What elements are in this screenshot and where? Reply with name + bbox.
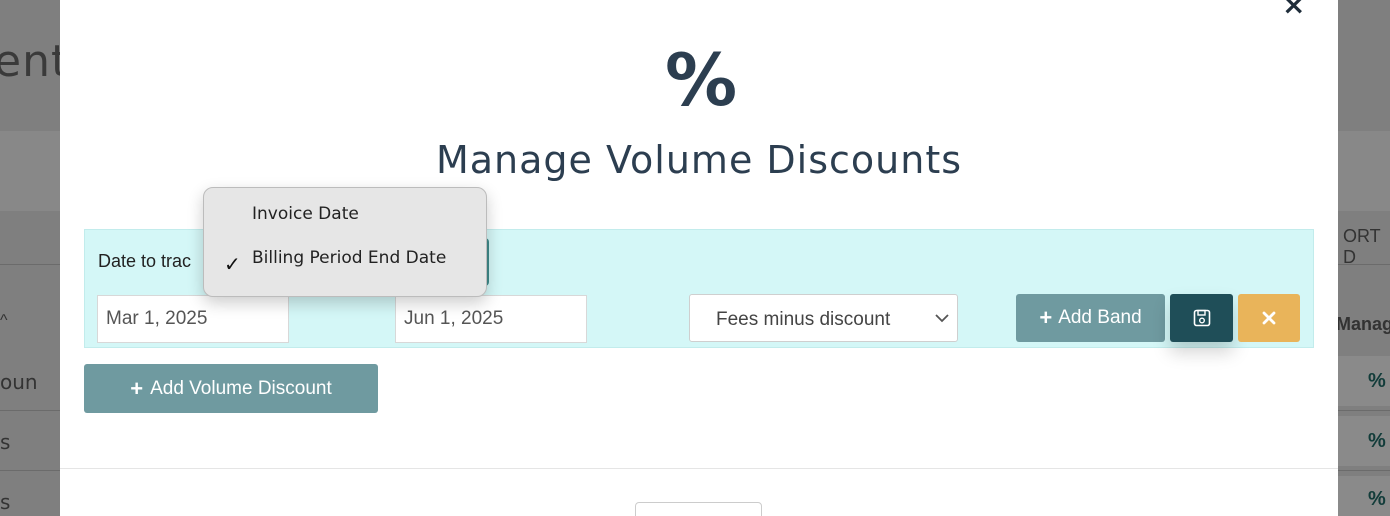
- calculation-select-value: Fees minus discount: [716, 309, 891, 330]
- footer-button[interactable]: [635, 502, 762, 516]
- background-column-header: ORT D: [1343, 226, 1381, 267]
- floppy-disk-icon: [1193, 309, 1210, 327]
- date-to-track-dropdown: Invoice Date ✓ Billing Period End Date: [203, 187, 487, 297]
- start-date-input[interactable]: [97, 295, 289, 343]
- background-page-title: ent: [0, 36, 70, 87]
- percent-icon: %: [665, 38, 738, 122]
- modal-title: Manage Volume Discounts: [435, 138, 963, 182]
- sort-caret-icon: ^: [0, 312, 8, 329]
- close-icon[interactable]: ×: [1282, 0, 1305, 21]
- percent-icon: %: [1368, 488, 1386, 510]
- close-icon: [1262, 311, 1276, 325]
- plus-icon: +: [1039, 305, 1053, 330]
- add-band-label: Add Band: [1058, 307, 1142, 328]
- cancel-button[interactable]: [1238, 294, 1300, 342]
- calculation-select[interactable]: Fees minus discount: [689, 294, 958, 342]
- percent-icon: %: [1368, 370, 1386, 392]
- background-row-text: s: [0, 430, 11, 454]
- chevron-down-icon: [935, 314, 949, 323]
- save-button[interactable]: [1170, 294, 1233, 342]
- add-volume-discount-button[interactable]: + Add Volume Discount: [84, 364, 378, 413]
- background-manage-header: Manag: [1336, 314, 1390, 334]
- dropdown-option-invoice-date[interactable]: Invoice Date: [252, 204, 359, 224]
- background-row-text: s: [0, 490, 11, 514]
- background-row-text: oun: [0, 370, 38, 394]
- add-volume-discount-label: Add Volume Discount: [150, 377, 332, 399]
- plus-icon: +: [130, 375, 144, 401]
- date-to-track-label: Date to trac: [98, 251, 192, 271]
- modal-footer-divider: [60, 468, 1338, 469]
- dropdown-option-billing-period-end-date[interactable]: Billing Period End Date: [252, 248, 446, 268]
- end-date-input[interactable]: [395, 295, 587, 343]
- percent-icon: %: [1368, 430, 1386, 452]
- checkmark-icon: ✓: [224, 252, 241, 276]
- add-band-button[interactable]: + Add Band: [1016, 294, 1165, 342]
